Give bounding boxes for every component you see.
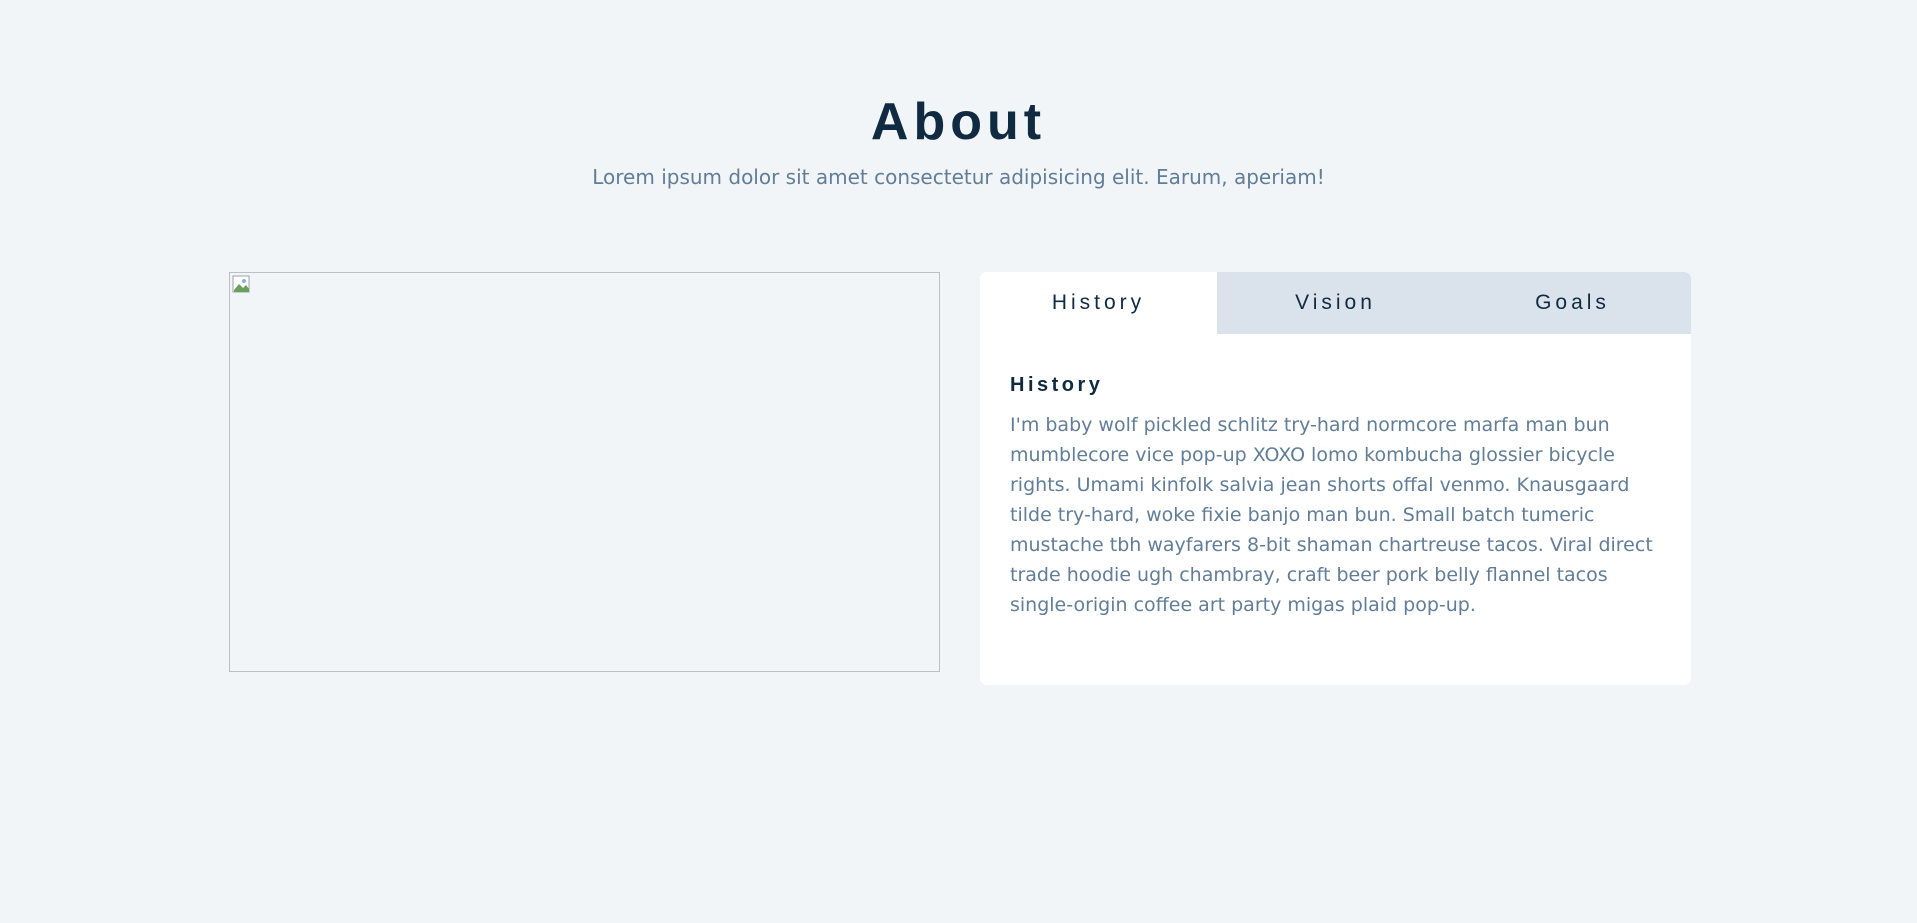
tab-history[interactable]: History xyxy=(980,272,1217,334)
tab-vision[interactable]: Vision xyxy=(1217,272,1454,334)
tab-goals[interactable]: Goals xyxy=(1454,272,1691,334)
content-text: I'm baby wolf pickled schlitz try-hard n… xyxy=(1010,414,1653,616)
page-subtitle: Lorem ipsum dolor sit amet consectetur a… xyxy=(592,165,1325,189)
about-card: History Vision Goals History I'm baby wo… xyxy=(980,272,1691,685)
page-title: About xyxy=(870,93,1047,151)
about-image xyxy=(229,272,940,672)
tab-content: History I'm baby wolf pickled schlitz tr… xyxy=(1010,372,1672,620)
content-title: History xyxy=(1010,374,1104,396)
tab-bar: History Vision Goals xyxy=(980,272,1691,334)
